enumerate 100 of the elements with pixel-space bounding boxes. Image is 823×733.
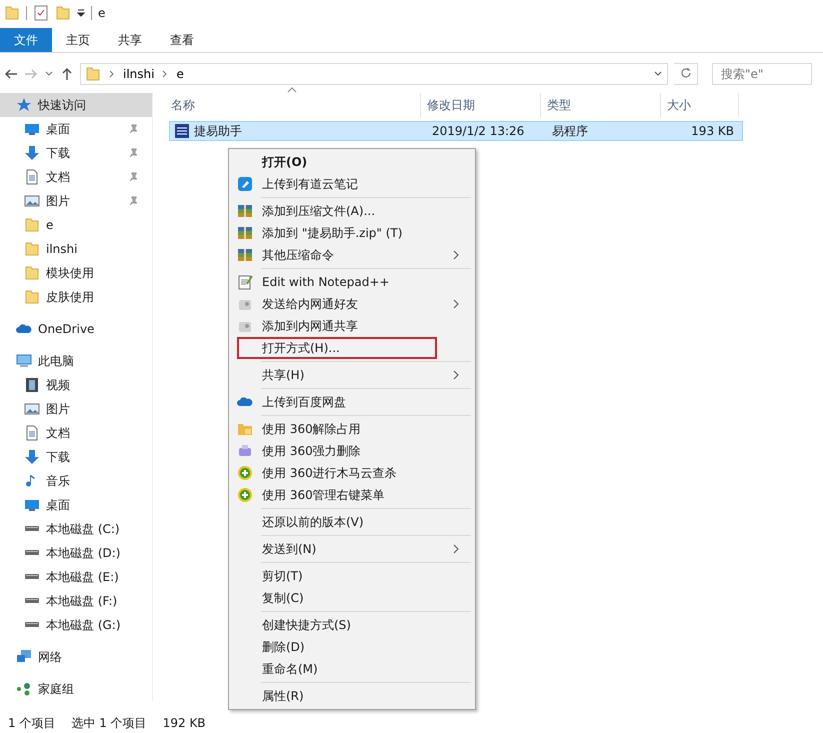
menu-item[interactable]: 共享(H) [229, 364, 475, 386]
document-icon [24, 425, 40, 441]
archive-icon [237, 203, 253, 219]
menu-item[interactable]: 上传到百度网盘 [229, 391, 475, 413]
folder-icon [24, 241, 40, 257]
ribbon-tab[interactable]: 主页 [52, 28, 104, 52]
menu-item[interactable]: 使用 360管理右键菜单 [229, 484, 475, 506]
sidebar-item[interactable]: 下载 [0, 141, 152, 165]
address-bar[interactable]: ilnshi e [80, 63, 668, 85]
notepad-icon [237, 274, 253, 290]
folder-icon [237, 421, 253, 437]
menu-item[interactable]: 使用 360强力删除 [229, 440, 475, 462]
menu-item[interactable]: 添加到 "捷易助手.zip" (T) [229, 222, 475, 244]
menu-item[interactable]: 剪切(T) [229, 565, 475, 587]
chevron-right-icon [453, 299, 459, 309]
sidebar-item[interactable]: 音乐 [0, 469, 152, 493]
status-text: 选中 1 个项目 [71, 714, 147, 732]
sidebar-item[interactable]: 桌面 [0, 117, 152, 141]
sidebar-item[interactable]: OneDrive [0, 317, 152, 341]
file-type: 易程序 [551, 122, 589, 140]
sidebar-item[interactable]: 快速访问 [0, 93, 152, 117]
shredder-icon [237, 443, 253, 459]
down-arrow-icon [24, 145, 40, 161]
menu-item[interactable]: 打开方式(H)... [237, 337, 437, 359]
sidebar-item[interactable]: 此电脑 [0, 349, 152, 373]
file-row[interactable]: 捷易助手 2019/1/2 13:26 易程序 193 KB [169, 121, 743, 141]
sidebar-item[interactable]: 模块使用 [0, 261, 152, 285]
sidebar-item[interactable]: 桌面 [0, 493, 152, 517]
menu-item[interactable]: 属性(R) [229, 685, 475, 707]
dropdown-icon[interactable] [77, 8, 85, 18]
drive-icon [24, 574, 40, 580]
drive-icon [24, 550, 40, 556]
menu-item[interactable]: 打开(O) [229, 151, 475, 173]
folder-icon [24, 289, 40, 305]
column-header[interactable]: 类型 [541, 93, 661, 117]
document-icon [24, 169, 40, 185]
search-field[interactable]: 搜索"e" [712, 63, 812, 85]
column-header[interactable]: 修改日期 [421, 93, 541, 117]
column-header[interactable]: 名称 [165, 93, 421, 117]
monitor-icon [24, 497, 40, 513]
refresh-icon [680, 66, 692, 78]
ribbon-tab[interactable]: 查看 [156, 28, 208, 52]
ribbon-tab[interactable]: 文件 [0, 28, 52, 52]
drive-icon [24, 526, 40, 532]
menu-item[interactable]: 删除(D) [229, 636, 475, 658]
menu-item[interactable]: 其他压缩命令 [229, 244, 475, 266]
sidebar-item[interactable]: 文档 [0, 421, 152, 445]
monitor-icon [24, 121, 40, 137]
drive-icon [24, 598, 40, 604]
sidebar-item[interactable]: 家庭组 [0, 677, 152, 701]
sidebar-item[interactable]: 图片 [0, 397, 152, 421]
chevron-right-icon [453, 250, 459, 260]
sidebar-item[interactable]: 网络 [0, 645, 152, 669]
menu-item[interactable]: 还原以前的版本(V) [229, 511, 475, 533]
dots-icon [16, 681, 32, 697]
plus-circle-icon [237, 465, 253, 481]
sidebar-item[interactable]: 文档 [0, 165, 152, 189]
app-icon [174, 123, 190, 139]
sidebar-item[interactable]: e [0, 213, 152, 237]
menu-item[interactable]: Edit with Notepad++ [229, 271, 475, 293]
status-text: 1 个项目 [8, 714, 56, 732]
menu-item[interactable]: 添加到压缩文件(A)... [229, 200, 475, 222]
folder-icon [24, 217, 40, 233]
down-arrow-icon [24, 449, 40, 465]
sidebar-item[interactable]: 本地磁盘 (F:) [0, 589, 152, 613]
menu-item[interactable]: 创建快捷方式(S) [229, 614, 475, 636]
column-header[interactable]: 大小 [661, 93, 739, 117]
ribbon-tab[interactable]: 共享 [104, 28, 156, 52]
menu-item[interactable]: 发送到(N) [229, 538, 475, 560]
film-icon [24, 377, 40, 393]
sidebar-item[interactable]: 本地磁盘 (C:) [0, 517, 152, 541]
breadcrumb[interactable]: e [176, 67, 184, 81]
file-name: 捷易助手 [194, 122, 242, 140]
up-icon[interactable] [60, 67, 74, 81]
sidebar-item[interactable]: 本地磁盘 (D:) [0, 541, 152, 565]
modified-date: 2019/1/2 13:26 [431, 124, 526, 138]
refresh-button[interactable] [674, 63, 698, 85]
menu-item[interactable]: 使用 360进行木马云查杀 [229, 462, 475, 484]
network-icon [16, 649, 32, 665]
sidebar-item[interactable]: 本地磁盘 (G:) [0, 613, 152, 637]
menu-item[interactable]: 添加到内网通共享 [229, 315, 475, 337]
sidebar-item[interactable]: 视频 [0, 373, 152, 397]
menu-item[interactable]: 上传到有道云笔记 [229, 173, 475, 195]
back-icon[interactable] [4, 67, 18, 81]
sidebar-item[interactable]: 本地磁盘 (E:) [0, 565, 152, 589]
archive-icon [237, 247, 253, 263]
sidebar-item[interactable]: ilnshi [0, 237, 152, 261]
menu-item[interactable]: 使用 360解除占用 [229, 418, 475, 440]
checklist-icon[interactable] [33, 5, 49, 21]
sidebar-item[interactable]: 下载 [0, 445, 152, 469]
menu-item[interactable]: 重命名(M) [229, 658, 475, 680]
window-title: e [98, 6, 106, 20]
sidebar-item[interactable]: 皮肤使用 [0, 285, 152, 309]
sidebar-item[interactable]: 图片 [0, 189, 152, 213]
breadcrumb[interactable]: ilnshi [123, 67, 154, 81]
monitor-icon [16, 353, 32, 369]
menu-item[interactable]: 复制(C) [229, 587, 475, 609]
archive-icon [237, 225, 253, 241]
menu-item[interactable]: 发送给内网通好友 [229, 293, 475, 315]
picture-icon [24, 401, 40, 417]
